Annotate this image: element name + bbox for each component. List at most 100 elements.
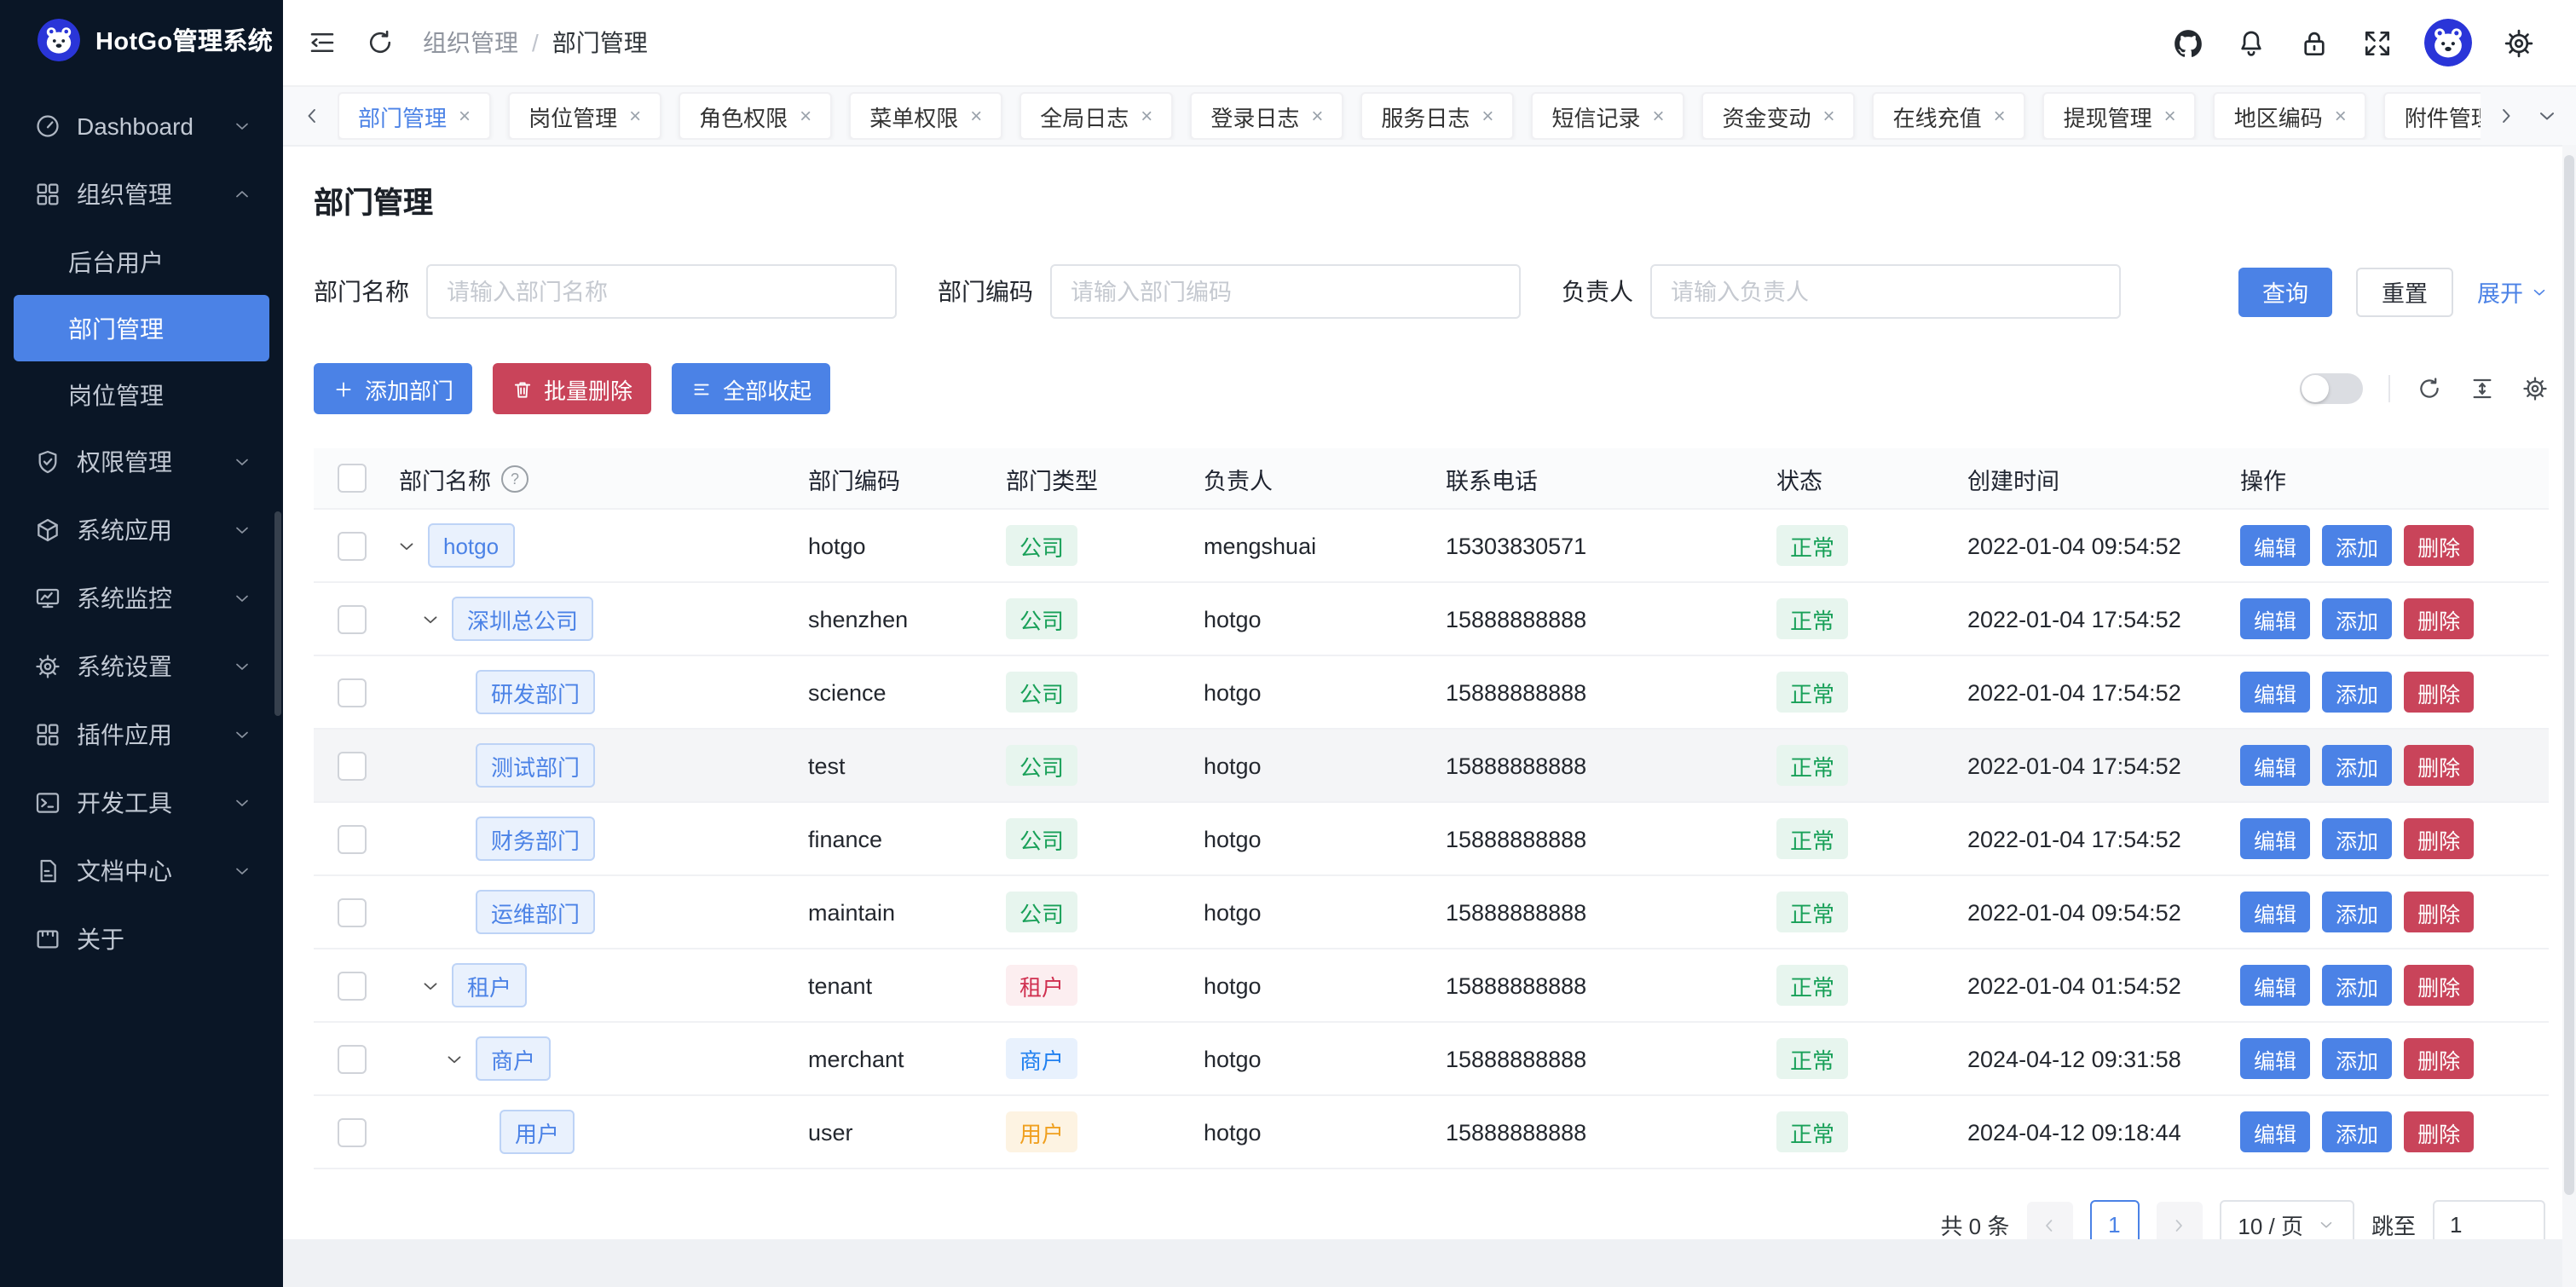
sidebar-subitem-岗位管理[interactable]: 岗位管理 (14, 361, 269, 428)
department-name-tag[interactable]: 运维部门 (476, 890, 595, 934)
department-name-tag[interactable]: 财务部门 (476, 817, 595, 861)
table-refresh-icon[interactable] (2416, 375, 2443, 402)
row-checkbox[interactable] (337, 971, 366, 1000)
delete-button[interactable]: 删除 (2404, 892, 2474, 932)
department-name-tag[interactable]: 租户 (452, 963, 527, 1007)
query-button[interactable]: 查询 (2238, 267, 2332, 316)
tab-菜单权限[interactable]: 菜单权限× (849, 92, 1002, 140)
sidebar-item-7[interactable]: 开发工具 (0, 769, 283, 837)
menu-fold-icon[interactable] (307, 27, 338, 58)
prev-page-button[interactable] (2026, 1202, 2072, 1239)
edit-button[interactable]: 编辑 (2240, 965, 2310, 1006)
delete-button[interactable]: 删除 (2404, 672, 2474, 713)
window-scrollbar-track[interactable] (2562, 145, 2576, 1287)
tab-close-icon[interactable]: × (459, 106, 471, 126)
row-checkbox[interactable] (337, 1117, 366, 1146)
department-name-tag[interactable]: 测试部门 (476, 743, 595, 788)
row-expand-chevron-icon[interactable] (419, 974, 442, 996)
department-name-tag[interactable]: 商户 (476, 1036, 551, 1081)
sidebar-item-6[interactable]: 插件应用 (0, 701, 283, 769)
select-all-checkbox[interactable] (337, 464, 366, 493)
delete-button[interactable]: 删除 (2404, 745, 2474, 786)
tab-close-icon[interactable]: × (1311, 106, 1323, 126)
edit-button[interactable]: 编辑 (2240, 672, 2310, 713)
row-checkbox[interactable] (337, 1044, 366, 1073)
tab-close-icon[interactable]: × (2335, 106, 2347, 126)
next-page-button[interactable] (2156, 1202, 2202, 1239)
expand-link[interactable]: 展开 (2477, 274, 2549, 309)
sidebar-item-1[interactable]: 组织管理 (0, 160, 283, 228)
tab-部门管理[interactable]: 部门管理× (338, 92, 491, 140)
row-checkbox[interactable] (337, 751, 366, 780)
add-button[interactable]: 添加 (2322, 525, 2392, 566)
delete-button[interactable]: 删除 (2404, 965, 2474, 1006)
bell-icon[interactable] (2235, 26, 2267, 59)
sidebar-item-5[interactable]: 系统设置 (0, 632, 283, 701)
delete-button[interactable]: 删除 (2404, 525, 2474, 566)
delete-button[interactable]: 删除 (2404, 818, 2474, 859)
window-scrollbar-thumb[interactable] (2564, 155, 2574, 1195)
row-density-icon[interactable] (2469, 375, 2496, 402)
tab-登录日志[interactable]: 登录日志× (1190, 92, 1343, 140)
sidebar-item-4[interactable]: 系统监控 (0, 564, 283, 632)
tab-附件管理[interactable]: 附件管理× (2384, 92, 2481, 140)
add-button[interactable]: 添加 (2322, 892, 2392, 932)
row-expand-chevron-icon[interactable] (396, 534, 418, 557)
tab-提现管理[interactable]: 提现管理× (2043, 92, 2197, 140)
tab-服务日志[interactable]: 服务日志× (1360, 92, 1514, 140)
refresh-icon[interactable] (365, 27, 396, 58)
add-button[interactable]: 添加 (2322, 965, 2392, 1006)
tab-close-icon[interactable]: × (2164, 106, 2176, 126)
tabs-scroll-right-icon[interactable] (2494, 104, 2518, 128)
reset-button[interactable]: 重置 (2356, 267, 2453, 316)
delete-button[interactable]: 删除 (2404, 1111, 2474, 1152)
page-size-select[interactable]: 10 / 页 (2219, 1200, 2354, 1239)
edit-button[interactable]: 编辑 (2240, 525, 2310, 566)
current-page-button[interactable]: 1 (2089, 1200, 2139, 1239)
tab-close-icon[interactable]: × (629, 106, 641, 126)
department-name-tag[interactable]: hotgo (428, 523, 514, 568)
edit-button[interactable]: 编辑 (2240, 818, 2310, 859)
search-input-部门名称[interactable] (426, 264, 897, 319)
column-settings-gear-icon[interactable] (2521, 375, 2549, 402)
department-name-tag[interactable]: 用户 (500, 1110, 575, 1154)
row-checkbox[interactable] (337, 604, 366, 633)
edit-button[interactable]: 编辑 (2240, 1038, 2310, 1079)
row-checkbox[interactable] (337, 897, 366, 926)
lock-icon[interactable] (2298, 26, 2331, 59)
avatar[interactable] (2424, 19, 2472, 66)
jump-page-input[interactable] (2433, 1200, 2545, 1239)
department-name-tag[interactable]: 深圳总公司 (452, 597, 593, 641)
edit-button[interactable]: 编辑 (2240, 598, 2310, 639)
tab-角色权限[interactable]: 角色权限× (679, 92, 832, 140)
tree-view-toggle[interactable] (2300, 373, 2363, 404)
delete-button[interactable]: 删除 (2404, 1038, 2474, 1079)
sidebar-subitem-部门管理[interactable]: 部门管理 (14, 295, 269, 361)
edit-button[interactable]: 编辑 (2240, 892, 2310, 932)
add-button[interactable]: 添加 (2322, 1111, 2392, 1152)
github-icon[interactable] (2172, 26, 2204, 59)
sidebar-item-2[interactable]: 权限管理 (0, 428, 283, 496)
batch-delete-button[interactable]: 批量删除 (493, 363, 651, 414)
row-expand-chevron-icon[interactable] (419, 608, 442, 630)
search-input-负责人[interactable] (1650, 264, 2121, 319)
tab-在线充值[interactable]: 在线充值× (1873, 92, 2026, 140)
add-button[interactable]: 添加 (2322, 672, 2392, 713)
row-checkbox[interactable] (337, 824, 366, 853)
row-checkbox[interactable] (337, 678, 366, 707)
tab-close-icon[interactable]: × (800, 106, 811, 126)
collapse-all-button[interactable]: 全部收起 (672, 363, 830, 414)
app-logo[interactable]: HotGo管理系统 (0, 0, 283, 78)
add-button[interactable]: 添加 (2322, 1038, 2392, 1079)
add-department-button[interactable]: 添加部门 (314, 363, 472, 414)
breadcrumb-parent[interactable]: 组织管理 (423, 26, 518, 60)
help-icon[interactable]: ? (501, 465, 528, 492)
settings-gear-icon[interactable] (2503, 26, 2535, 59)
fullscreen-icon[interactable] (2361, 26, 2394, 59)
tab-岗位管理[interactable]: 岗位管理× (508, 92, 661, 140)
search-input-部门编码[interactable] (1050, 264, 1521, 319)
edit-button[interactable]: 编辑 (2240, 745, 2310, 786)
sidebar-item-3[interactable]: 系统应用 (0, 496, 283, 564)
tab-地区编码[interactable]: 地区编码× (2214, 92, 2367, 140)
tabs-dropdown-icon[interactable] (2535, 104, 2559, 128)
